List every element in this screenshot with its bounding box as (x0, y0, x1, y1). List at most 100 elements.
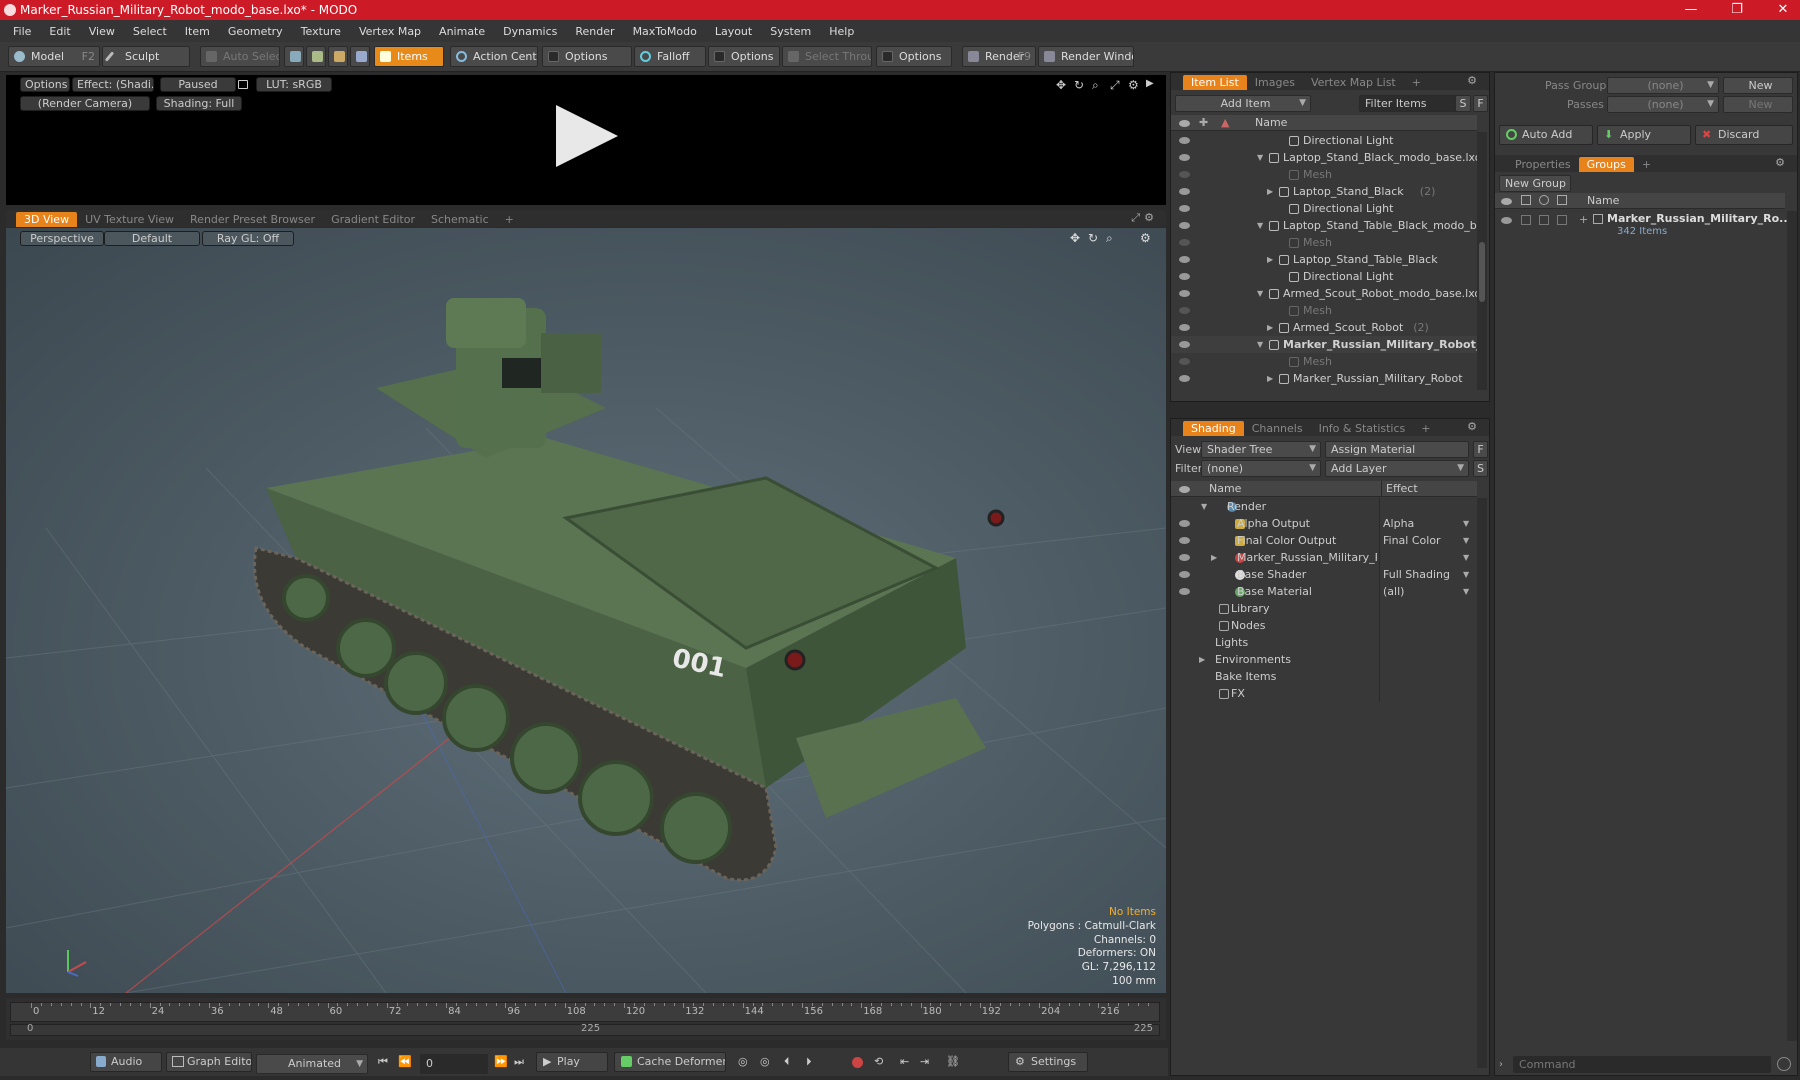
menu-item[interactable]: Item (176, 25, 219, 38)
visibility-eye-icon[interactable] (1179, 307, 1190, 314)
go-to-start-icon[interactable]: ⏮ (378, 1055, 388, 1069)
add-tab-button[interactable]: + (1404, 75, 1429, 90)
action-center-button[interactable]: Action Center (450, 46, 538, 67)
lut-dropdown[interactable]: LUT: sRGB (256, 77, 332, 92)
menu-texture[interactable]: Texture (292, 25, 350, 38)
timeline[interactable]: 0 12 24 36 48 60 72 84 96 108 120 132 144 156 168 180 19… (6, 998, 1166, 1040)
chevron-down-icon[interactable]: ▼ (1463, 583, 1469, 600)
materials-mode-icon[interactable] (350, 46, 370, 67)
chevron-down-icon[interactable]: ▼ (1257, 149, 1263, 166)
shader-effect-value[interactable]: Full Shading (1383, 566, 1450, 583)
chevron-right-icon[interactable]: ▶ (1267, 319, 1273, 336)
graph-editor-button[interactable]: Graph Editor (166, 1052, 252, 1072)
assign-material-button[interactable]: Assign Material (1325, 441, 1469, 458)
fit-icon[interactable]: ⇤ (900, 1055, 909, 1068)
chevron-down-icon[interactable]: ▼ (1463, 532, 1469, 549)
lock-toggle-icon[interactable] (1539, 215, 1549, 225)
render-preview[interactable]: Options Effect: (Shadi... Paused LUT: sR… (6, 75, 1166, 205)
item-list-row[interactable]: Directional Light (1171, 268, 1477, 285)
visibility-eye-icon[interactable] (1179, 324, 1190, 331)
link-icon[interactable]: ⛓ (946, 1055, 960, 1068)
shader-tree-row[interactable]: Bake Items (1171, 668, 1477, 685)
menu-vertex-map[interactable]: Vertex Map (350, 25, 430, 38)
shading-scrollbar[interactable] (1477, 498, 1487, 1068)
model-mode-button[interactable]: Model F2 (8, 46, 100, 67)
render-options-button[interactable]: Options (20, 77, 70, 92)
tab-item-list[interactable]: Item List (1183, 75, 1247, 90)
sculpt-mode-button[interactable]: Sculpt (102, 46, 190, 67)
menu-view[interactable]: View (80, 25, 124, 38)
step-forward-icon[interactable]: ⏩ (494, 1055, 508, 1068)
visibility-eye-icon[interactable] (1179, 171, 1190, 178)
chevron-right-icon[interactable]: ▶ (1211, 549, 1217, 566)
viewport-3d[interactable]: Perspective Default Ray GL: Off ✥ ↻ ⌕ ⚙ (6, 228, 1166, 993)
cache-deformers-button[interactable]: Cache Deformers (614, 1052, 726, 1072)
action-center-options-button[interactable]: Options (542, 46, 632, 67)
audio-button[interactable]: Audio (90, 1052, 162, 1072)
shading-f-button[interactable]: F (1473, 441, 1488, 458)
item-list-row[interactable]: ▼ Laptop_Stand_Table_Black_modo_base.lxo (1171, 217, 1477, 234)
tab-shading[interactable]: Shading (1183, 421, 1244, 436)
apply-button[interactable]: ⬇ Apply (1597, 125, 1691, 145)
chevron-down-icon[interactable]: ▼ (1463, 515, 1469, 532)
pass-groups-dropdown[interactable]: (none) ▼ (1607, 77, 1719, 94)
item-list-row[interactable]: Mesh (1171, 166, 1477, 183)
go-to-end-icon[interactable]: ⏭ (514, 1055, 524, 1069)
chevron-down-icon[interactable]: ▼ (1463, 566, 1469, 583)
visibility-eye-icon[interactable] (1179, 341, 1190, 348)
menu-maxtomodo[interactable]: MaxToModo (624, 25, 706, 38)
select-options-button[interactable]: Options (876, 46, 952, 67)
shader-tree-row[interactable]: ▶ Marker_Russian_Military_R... ▼ (1171, 549, 1477, 566)
settings-button[interactable]: ⚙ Settings (1008, 1052, 1088, 1072)
item-list-row[interactable]: ▶Marker_Russian_Military_Robot(2) (1171, 370, 1477, 387)
visibility-eye-icon[interactable] (1179, 537, 1190, 544)
filter-s-button[interactable]: S (1455, 95, 1471, 112)
item-list-row[interactable]: ▼ Marker_Russian_Military_Robot_ ... (1171, 336, 1477, 353)
gear-icon[interactable]: ⚙ (1467, 420, 1477, 433)
tab-schematic[interactable]: Schematic (423, 212, 497, 227)
pan-icon[interactable]: ✥ (1056, 78, 1066, 92)
shader-tree-row[interactable]: Final Color Output Final Color ▼ (1171, 532, 1477, 549)
add-layer-dropdown[interactable]: Add Layer ▼ (1325, 460, 1469, 477)
shader-tree-row[interactable]: Base Shader Full Shading ▼ (1171, 566, 1477, 583)
falloff-options-button[interactable]: Options (708, 46, 780, 67)
falloff-button[interactable]: Falloff (634, 46, 706, 67)
item-list-row[interactable]: Mesh (1171, 353, 1477, 370)
item-list-row[interactable]: ▶ Laptop_Stand_Black (2) (1171, 183, 1477, 200)
new-pass-group-button[interactable]: New (1723, 77, 1793, 94)
tab-3d-view[interactable]: 3D View (16, 212, 78, 227)
render-camera-dropdown[interactable]: (Render Camera) (20, 96, 150, 111)
visibility-eye-icon[interactable] (1179, 188, 1190, 195)
item-list-row[interactable]: ▶ Laptop_Stand_Table_Black (1171, 251, 1477, 268)
maximize-icon[interactable]: ⤢ (1110, 78, 1120, 93)
visibility-eye-icon[interactable] (1179, 137, 1190, 144)
shader-tree-row[interactable]: ▶ Environments (1171, 651, 1477, 668)
vertices-mode-icon[interactable] (284, 46, 304, 67)
menu-dynamics[interactable]: Dynamics (494, 25, 566, 38)
close-button[interactable]: ✕ (1760, 0, 1800, 20)
render-toggle-icon[interactable] (1521, 215, 1531, 225)
edges-mode-icon[interactable] (306, 46, 326, 67)
shader-tree-row[interactable]: Base Material (all) ▼ (1171, 583, 1477, 600)
render-paused-toggle[interactable]: Paused (160, 77, 236, 92)
record-icon[interactable] (852, 1057, 863, 1068)
visibility-eye-icon[interactable] (1179, 571, 1190, 578)
item-list-row[interactable]: Mesh (1171, 302, 1477, 319)
next-key-icon[interactable]: ⏵ (806, 1055, 812, 1069)
shader-tree-row[interactable]: Nodes (1171, 617, 1477, 634)
maximize-button[interactable]: ❐ (1714, 0, 1760, 20)
step-back-icon[interactable]: ⏪ (398, 1055, 412, 1068)
shader-view-dropdown[interactable]: Shader Tree ▼ (1201, 441, 1321, 458)
item-list-row[interactable]: ▶ Armed_Scout_Robot (2) (1171, 319, 1477, 336)
gear-icon[interactable]: ⚙ (1775, 156, 1785, 169)
minimize-button[interactable]: — (1668, 0, 1714, 20)
new-group-button[interactable]: New Group (1499, 175, 1571, 192)
chevron-right-icon[interactable]: ▶ (1267, 251, 1273, 268)
shading-s-button[interactable]: S (1473, 460, 1488, 477)
expand-icon[interactable]: + (1579, 213, 1588, 226)
chevron-down-icon[interactable]: ▼ (1257, 217, 1263, 234)
tab-gradient-editor[interactable]: Gradient Editor (323, 212, 423, 227)
menu-help[interactable]: Help (820, 25, 863, 38)
timeline-ruler[interactable]: 0 12 24 36 48 60 72 84 96 108 120 132 144 156 168 180 19… (10, 1002, 1160, 1022)
tab-render-preset-browser[interactable]: Render Preset Browser (182, 212, 323, 227)
